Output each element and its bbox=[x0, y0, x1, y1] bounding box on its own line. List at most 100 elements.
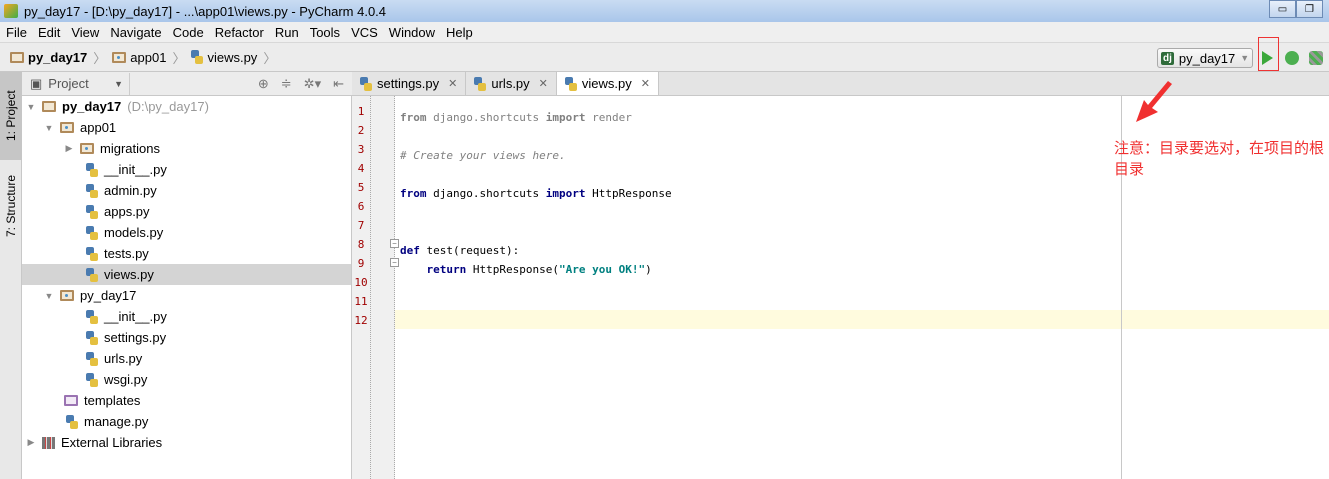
menu-window[interactable]: Window bbox=[389, 25, 435, 40]
locate-icon[interactable]: ⊕ bbox=[258, 76, 269, 92]
python-file-icon bbox=[86, 267, 98, 282]
collapse-arrow-icon: ▶ bbox=[65, 143, 73, 153]
python-file-icon bbox=[191, 50, 204, 64]
line-number: 3 bbox=[357, 143, 365, 156]
tree-item-external-libraries[interactable]: ▶ External Libraries bbox=[22, 432, 351, 453]
menu-edit[interactable]: Edit bbox=[38, 25, 60, 40]
tab-project-toolwindow[interactable]: 1: Project bbox=[0, 72, 22, 160]
tree-item-file-selected[interactable]: views.py bbox=[22, 264, 351, 285]
python-file-icon bbox=[86, 183, 98, 198]
breadcrumb-views[interactable]: views.py bbox=[191, 50, 257, 65]
templates-folder-icon bbox=[64, 395, 78, 406]
minimize-button[interactable]: ▭ bbox=[1269, 0, 1296, 18]
fold-collapse-icon[interactable]: − bbox=[390, 239, 399, 248]
menu-file[interactable]: File bbox=[6, 25, 27, 40]
tree-item-file[interactable]: wsgi.py bbox=[22, 369, 351, 390]
window-title: py_day17 - [D:\py_day17] - ...\app01\vie… bbox=[24, 3, 387, 19]
chevron-down-icon: ▼ bbox=[114, 78, 123, 89]
code-line-3: # Create your views here. bbox=[400, 149, 566, 162]
tab-urls-py[interactable]: urls.py ✕ bbox=[466, 72, 557, 95]
fold-end-icon[interactable]: − bbox=[390, 258, 399, 267]
tree-item-file[interactable]: __init__.py bbox=[22, 306, 351, 327]
gear-icon[interactable]: ✲▾ bbox=[304, 76, 321, 92]
python-file-icon bbox=[86, 351, 98, 366]
project-view-dropdown[interactable]: ▣ Project ▼ bbox=[22, 72, 130, 95]
tab-structure-toolwindow[interactable]: 7: Structure bbox=[0, 164, 22, 248]
line-number: 10 bbox=[354, 276, 368, 289]
collapse-arrow-icon: ▶ bbox=[27, 437, 35, 447]
menu-tools[interactable]: Tools bbox=[310, 25, 340, 40]
tree-item-manage[interactable]: manage.py bbox=[22, 411, 351, 432]
tree-item-migrations[interactable]: ▶ migrations bbox=[22, 138, 351, 159]
breadcrumb-app01[interactable]: app01 bbox=[112, 50, 166, 65]
python-file-icon bbox=[86, 309, 98, 324]
line-number: 6 bbox=[357, 200, 365, 213]
tree-item-templates[interactable]: templates bbox=[22, 390, 351, 411]
current-line-highlight bbox=[352, 310, 1329, 329]
menu-navigate[interactable]: Navigate bbox=[110, 25, 161, 40]
close-icon[interactable]: ✕ bbox=[448, 77, 457, 90]
tree-item-file[interactable]: apps.py bbox=[22, 201, 351, 222]
tree-item-py-day17-package[interactable]: ▼ py_day17 bbox=[22, 285, 351, 306]
python-file-icon bbox=[360, 76, 372, 91]
menu-refactor[interactable]: Refactor bbox=[215, 25, 264, 40]
tree-item-file[interactable]: urls.py bbox=[22, 348, 351, 369]
project-tree: ▼ py_day17 (D:\py_day17) ▼ app01 ▶ migration… bbox=[22, 96, 352, 479]
tool-window-strip: 1: Project 7: Structure bbox=[0, 72, 22, 479]
tree-item-file[interactable]: admin.py bbox=[22, 180, 351, 201]
menu-help[interactable]: Help bbox=[446, 25, 473, 40]
editor-gutter: 1 2 3 4 5 6 7 8 9 10 11 12 bbox=[352, 96, 395, 479]
menu-bar: File Edit View Navigate Code Refactor Ru… bbox=[0, 22, 1329, 43]
run-button[interactable] bbox=[1262, 51, 1273, 65]
tab-settings-py[interactable]: settings.py ✕ bbox=[352, 72, 467, 95]
code-line-1: from django.shortcuts import render bbox=[400, 111, 632, 124]
python-file-icon bbox=[86, 162, 98, 177]
navigation-bar: py_day17 〉 app01 〉 views.py 〉 bbox=[0, 43, 1329, 72]
tree-item-file[interactable]: models.py bbox=[22, 222, 351, 243]
run-configuration-dropdown[interactable]: dj py_day17 ▼ bbox=[1157, 48, 1253, 68]
debug-button[interactable] bbox=[1285, 51, 1299, 65]
tree-item-app01[interactable]: ▼ app01 bbox=[22, 117, 351, 138]
python-file-icon bbox=[86, 372, 98, 387]
menu-view[interactable]: View bbox=[71, 25, 99, 40]
python-file-icon bbox=[474, 76, 487, 91]
line-number: 5 bbox=[357, 181, 365, 194]
line-number: 7 bbox=[357, 219, 365, 232]
line-number: 11 bbox=[354, 295, 368, 308]
code-line-5: from django.shortcuts import HttpRespons… bbox=[400, 187, 672, 200]
menu-code[interactable]: Code bbox=[173, 25, 204, 40]
module-folder-icon bbox=[60, 290, 74, 301]
expand-arrow-icon: ▼ bbox=[44, 290, 54, 301]
expand-arrow-icon: ▼ bbox=[26, 101, 36, 112]
close-icon[interactable]: ✕ bbox=[641, 77, 650, 90]
line-number: 1 bbox=[357, 105, 365, 118]
tab-views-py[interactable]: views.py ✕ bbox=[556, 72, 659, 95]
pycharm-logo-icon bbox=[4, 4, 18, 18]
tree-item-file[interactable]: __init__.py bbox=[22, 159, 351, 180]
menu-vcs[interactable]: VCS bbox=[351, 25, 378, 40]
python-file-icon bbox=[86, 330, 98, 345]
tree-item-root[interactable]: ▼ py_day17 (D:\py_day17) bbox=[22, 96, 351, 117]
collapse-all-icon[interactable]: ≑ bbox=[281, 76, 292, 92]
module-folder-icon bbox=[80, 143, 94, 154]
python-file-icon bbox=[86, 225, 98, 240]
code-line-8: def test(request): bbox=[400, 244, 520, 257]
run-with-coverage-button[interactable] bbox=[1309, 51, 1323, 65]
close-icon[interactable]: ✕ bbox=[539, 77, 548, 90]
hide-panel-icon[interactable]: ⇤ bbox=[333, 76, 344, 92]
python-file-icon bbox=[86, 204, 98, 219]
annotation-note: 注意：目录要选对，在项目的根目录 bbox=[1114, 140, 1325, 178]
tree-item-file[interactable]: settings.py bbox=[22, 327, 351, 348]
line-number: 4 bbox=[357, 162, 365, 175]
folder-icon bbox=[10, 51, 24, 63]
python-file-icon bbox=[66, 414, 78, 429]
line-number: 8 bbox=[357, 238, 365, 251]
restore-button[interactable]: ❐ bbox=[1296, 0, 1323, 18]
library-icon bbox=[42, 436, 55, 449]
code-line-9: return HttpResponse("Are you OK!") bbox=[426, 263, 652, 276]
tree-item-file[interactable]: tests.py bbox=[22, 243, 351, 264]
menu-run[interactable]: Run bbox=[275, 25, 299, 40]
breadcrumb-project[interactable]: py_day17 bbox=[10, 50, 87, 65]
line-number: 2 bbox=[357, 124, 365, 137]
project-panel-header: ▣ Project ▼ ⊕ ≑ ✲▾ ⇤ bbox=[22, 72, 352, 96]
